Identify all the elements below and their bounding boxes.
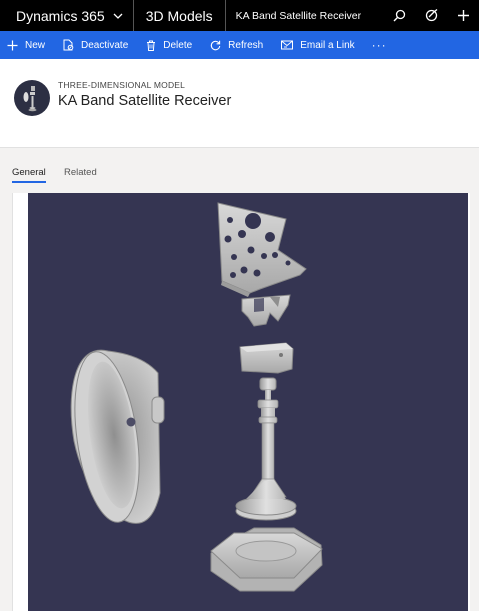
search-icon xyxy=(393,9,405,22)
plus-icon xyxy=(457,10,469,21)
delete-button-label: Delete xyxy=(163,39,193,51)
assistant-icon xyxy=(425,9,437,22)
dish-reflector-part xyxy=(70,349,165,524)
more-icon: ··· xyxy=(371,38,387,52)
email-link-button[interactable]: Email a Link xyxy=(272,31,363,59)
refresh-button[interactable]: Refresh xyxy=(201,31,272,59)
mast-nut-part xyxy=(259,377,277,391)
refresh-icon xyxy=(211,40,221,50)
assistant-button[interactable] xyxy=(415,0,447,31)
tab-related[interactable]: Related xyxy=(64,167,97,178)
satellite-model-thumbnail-icon xyxy=(23,86,37,112)
lnb-block-part xyxy=(239,342,294,374)
area-name: 3D Models xyxy=(145,7,213,24)
command-bar: New Deactivate Delete Refresh Email a Li… xyxy=(0,31,479,59)
record-avatar xyxy=(14,80,50,116)
new-button-label: New xyxy=(25,39,46,51)
tab-general[interactable]: General xyxy=(12,167,46,178)
search-button[interactable] xyxy=(383,0,415,31)
record-breadcrumb: KA Band Satellite Receiver xyxy=(226,0,372,31)
chevron-down-icon xyxy=(113,13,123,19)
clamp-part xyxy=(241,294,291,327)
more-commands-button[interactable]: ··· xyxy=(364,31,395,59)
app-switcher[interactable]: Dynamics 365 xyxy=(0,0,134,31)
email-link-icon xyxy=(281,40,294,50)
new-button[interactable]: New xyxy=(0,31,54,59)
hex-base-part xyxy=(210,527,323,592)
record-title: KA Band Satellite Receiver xyxy=(58,93,232,109)
app-name: Dynamics 365 xyxy=(16,7,105,24)
support-mast-part xyxy=(235,390,297,521)
entity-type-label: THREE-DIMENSIONAL MODEL xyxy=(58,80,186,90)
delete-button[interactable]: Delete xyxy=(137,31,201,59)
deactivate-icon xyxy=(63,39,74,51)
refresh-button-label: Refresh xyxy=(228,39,264,51)
email-link-button-label: Email a Link xyxy=(300,39,355,51)
mounting-bracket-part xyxy=(217,202,307,297)
active-tab-indicator xyxy=(12,181,46,183)
deactivate-button-label: Deactivate xyxy=(81,39,129,51)
plus-icon xyxy=(7,40,18,50)
model-viewer[interactable] xyxy=(28,193,468,611)
top-nav-actions xyxy=(383,0,479,31)
satellite-receiver-model xyxy=(70,202,323,592)
new-item-button[interactable] xyxy=(447,0,479,31)
deactivate-button[interactable]: Deactivate xyxy=(54,31,137,59)
top-nav-bar: Dynamics 365 3D Models KA Band Satellite… xyxy=(0,0,479,31)
area-title[interactable]: 3D Models xyxy=(134,0,226,31)
record-breadcrumb-label: KA Band Satellite Receiver xyxy=(235,9,362,22)
trash-icon xyxy=(147,40,156,51)
